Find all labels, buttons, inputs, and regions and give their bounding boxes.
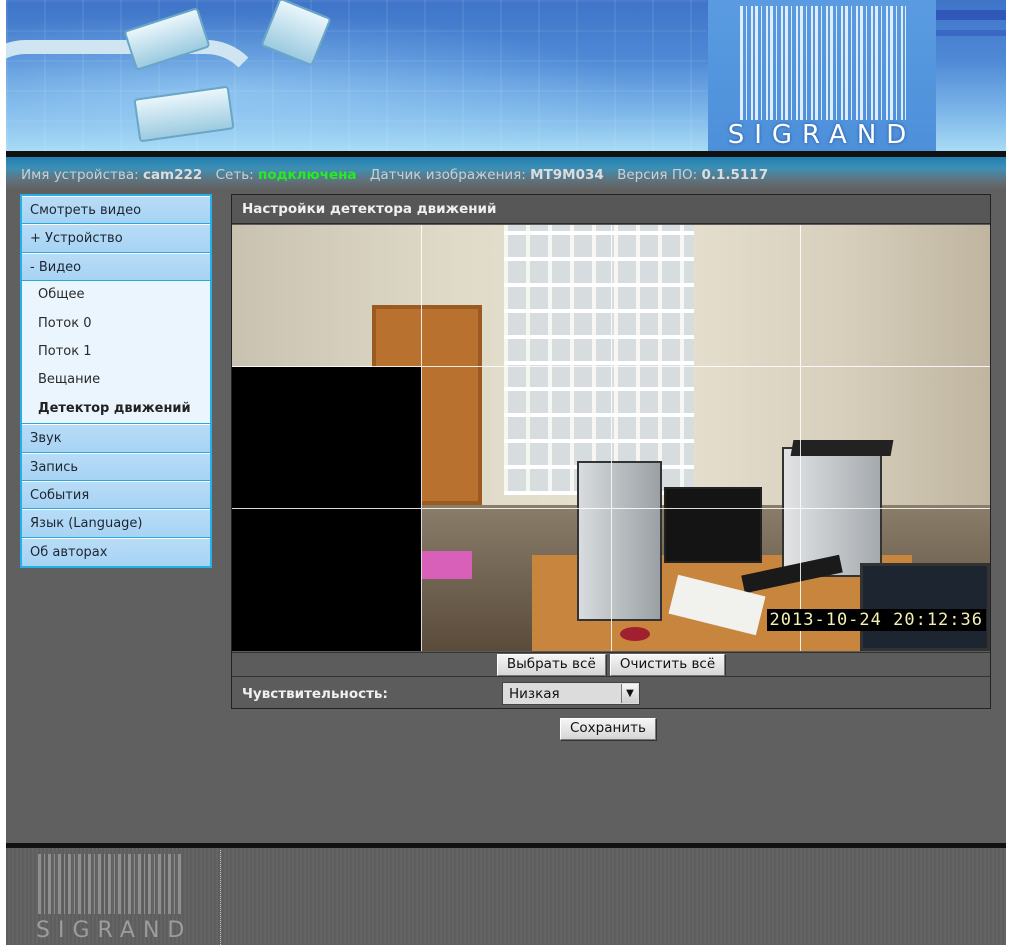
grid-cell[interactable]: [232, 225, 422, 367]
logo-text: SIGRAND: [727, 120, 917, 150]
sensor-value: MT9M034: [530, 167, 604, 183]
sensitivity-label: Чувствительность:: [242, 686, 388, 702]
chevron-down-icon[interactable]: ▼: [621, 684, 638, 703]
barcode-logo-icon: [38, 854, 182, 914]
sidebar-item-language[interactable]: Язык (Language): [22, 509, 210, 538]
grid-action-row: Выбрать всё Очистить всё: [232, 652, 990, 677]
camera-preview: 2013-10-24 20:12:36: [232, 225, 990, 651]
footer-logo-text: SIGRAND: [36, 918, 193, 943]
sidebar-subitem-motion-detector[interactable]: Детектор движений: [22, 394, 210, 424]
sidebar-item-device[interactable]: + Устройство: [22, 224, 210, 253]
grid-cell-selected[interactable]: [232, 367, 422, 509]
device-name-label: Имя устройства:: [21, 167, 139, 183]
grid-cell[interactable]: [612, 367, 801, 509]
sidebar-item-recording[interactable]: Запись: [22, 452, 210, 481]
sidebar-subitem-general[interactable]: Общее: [22, 281, 210, 310]
network-label: Сеть:: [215, 167, 254, 183]
grid-cell[interactable]: [422, 367, 612, 509]
save-button[interactable]: Сохранить: [560, 718, 656, 740]
motion-detector-panel: Настройки детектора движений 2013-10-24 …: [231, 194, 991, 709]
sigrand-logo: SIGRAND: [708, 0, 936, 152]
main-area: Имя устройства: cam222 Сеть: подключена …: [6, 157, 1006, 843]
sidebar-item-watch-video[interactable]: Смотреть видео: [22, 196, 210, 225]
footer: SIGRAND: [6, 848, 1006, 945]
sidebar-item-video[interactable]: - Видео: [22, 252, 210, 282]
device-name-value: cam222: [142, 167, 203, 183]
sidebar-item-events[interactable]: События: [22, 480, 210, 510]
sidebar-subitem-stream-1[interactable]: Поток 1: [22, 337, 210, 367]
grid-cell-selected[interactable]: [232, 509, 422, 651]
firmware-label: Версия ПО:: [617, 167, 698, 183]
grid-cell[interactable]: [422, 509, 612, 651]
firmware-value: 0.1.5117: [701, 167, 769, 183]
sidebar-subitem-stream-0[interactable]: Поток 0: [22, 309, 210, 338]
sidebar-nav: Смотреть видео + Устройство - Видео Обще…: [20, 194, 212, 569]
grid-cell[interactable]: [422, 225, 612, 367]
network-status: подключена: [258, 167, 357, 183]
panel-title: Настройки детектора движений: [232, 195, 990, 224]
video-timestamp: 2013-10-24 20:12:36: [766, 609, 986, 631]
barcode-logo-icon: [740, 6, 906, 120]
select-all-button[interactable]: Выбрать всё: [496, 654, 606, 676]
sidebar-item-about[interactable]: Об авторах: [22, 537, 210, 567]
grid-cell[interactable]: [612, 225, 801, 367]
sensitivity-value: Низкая: [509, 686, 560, 702]
video-submenu: Общее Поток 0 Поток 1 Вещание Детектор д…: [22, 281, 210, 425]
banner-stripe: [936, 10, 1006, 20]
sensitivity-select[interactable]: Низкая ▼: [502, 682, 640, 705]
clear-all-button[interactable]: Очистить всё: [609, 654, 726, 676]
grid-cell[interactable]: [801, 367, 990, 509]
sensitivity-row: Чувствительность: Низкая ▼: [232, 678, 990, 709]
footer-divider: [220, 850, 221, 945]
sidebar-item-audio[interactable]: Звук: [22, 424, 210, 453]
banner-stripe: [936, 30, 1006, 36]
grid-cell[interactable]: [801, 225, 990, 367]
status-bar: Имя устройства: cam222 Сеть: подключена …: [6, 157, 1006, 189]
motion-detection-grid: [232, 225, 990, 651]
header-banner: SIGRAND: [6, 0, 1006, 152]
sidebar-subitem-broadcast[interactable]: Вещание: [22, 366, 210, 395]
sensor-label: Датчик изображения:: [369, 167, 526, 183]
